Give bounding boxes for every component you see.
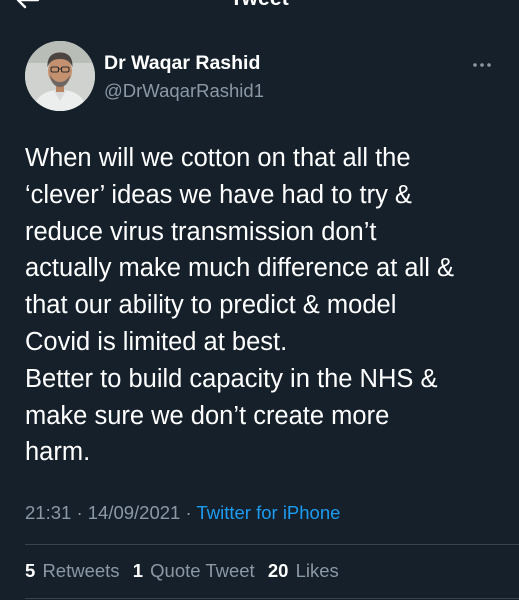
more-horizontal-icon[interactable] <box>470 58 494 72</box>
page-title: Tweet <box>0 0 519 11</box>
tweet-time: 21:31 <box>25 502 72 523</box>
likes-stat[interactable]: 20 Likes <box>268 560 339 581</box>
quotes-label: Quote Tweet <box>150 560 255 581</box>
divider <box>25 598 519 599</box>
tweet-text: When will we cotton on that all the ‘cle… <box>25 144 454 467</box>
quote-tweets-stat[interactable]: 1 Quote Tweet <box>133 560 255 581</box>
retweets-label: Retweets <box>42 560 120 581</box>
author-handle[interactable]: @DrWaqarRashid1 <box>104 80 264 102</box>
avatar[interactable] <box>25 41 95 111</box>
meta-separator: · <box>76 502 83 523</box>
author-display-name[interactable]: Dr Waqar Rashid <box>104 52 260 75</box>
retweets-stat[interactable]: 5 Retweets <box>25 560 120 581</box>
tweet-meta: 21:31 · 14/09/2021 · Twitter for iPhone <box>25 502 340 524</box>
top-bar: Tweet <box>0 0 519 14</box>
avatar-photo <box>25 41 95 111</box>
meta-separator: · <box>185 502 192 523</box>
tweet-source-link[interactable]: Twitter for iPhone <box>196 502 340 523</box>
likes-count: 20 <box>267 560 289 581</box>
retweets-count: 5 <box>25 560 36 581</box>
tweet-stats: 5 Retweets 1 Quote Tweet 20 Likes <box>25 560 347 582</box>
tweet-date: 14/09/2021 <box>87 502 181 523</box>
divider <box>25 544 519 545</box>
quotes-count: 1 <box>132 560 143 581</box>
likes-label: Likes <box>295 560 339 581</box>
